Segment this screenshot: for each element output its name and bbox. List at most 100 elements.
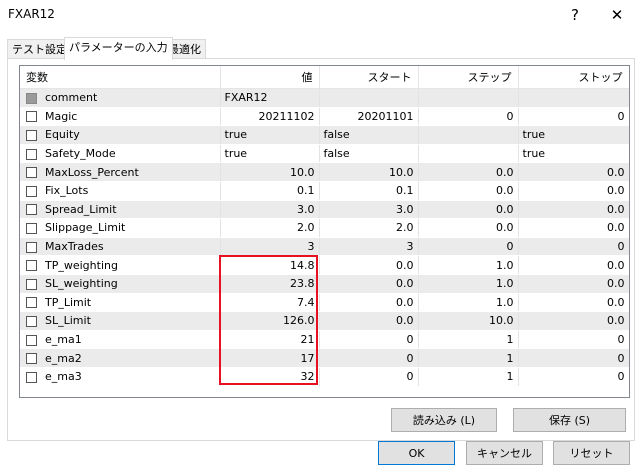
optimize-checkbox[interactable] — [26, 148, 37, 160]
param-value-cell[interactable]: 2.0 — [220, 218, 320, 238]
table-row[interactable]: Slippage_Limit 2.0 2.0 0.0 0.0 — [20, 218, 629, 238]
param-value-cell[interactable]: 20211102 — [220, 107, 320, 127]
table-row[interactable]: e_ma3 32 0 1 0 — [20, 367, 629, 387]
param-stop-cell[interactable]: 0.0 — [518, 181, 629, 201]
param-value-cell[interactable]: true — [220, 125, 320, 145]
optimize-checkbox[interactable] — [26, 353, 37, 365]
table-row[interactable]: SL_weighting 23.8 0.0 1.0 0.0 — [20, 274, 629, 294]
table-row[interactable]: e_ma2 17 0 1 0 — [20, 348, 629, 368]
param-start-cell[interactable]: false — [319, 144, 419, 164]
param-start-cell[interactable]: 0.1 — [319, 181, 419, 201]
param-value-cell[interactable]: FXAR12 — [220, 88, 320, 108]
table-row[interactable]: Safety_Mode true false true — [20, 144, 629, 164]
param-name-cell[interactable]: e_ma3 — [20, 367, 221, 387]
optimize-checkbox[interactable] — [26, 111, 37, 123]
optimize-checkbox[interactable] — [26, 167, 37, 179]
param-start-cell[interactable]: 3 — [319, 237, 419, 257]
column-header-start[interactable]: スタート — [319, 66, 419, 89]
table-row[interactable]: SL_Limit 126.0 0.0 10.0 0.0 — [20, 311, 629, 331]
param-start-cell[interactable]: 10.0 — [319, 162, 419, 182]
optimize-checkbox[interactable] — [26, 260, 37, 272]
param-stop-cell[interactable]: 0 — [518, 367, 629, 387]
ok-button[interactable]: OK — [378, 441, 455, 465]
optimize-checkbox[interactable] — [26, 334, 37, 346]
optimize-checkbox[interactable] — [26, 204, 37, 216]
param-value-cell[interactable]: 32 — [220, 367, 320, 387]
param-start-cell[interactable] — [319, 88, 419, 108]
param-step-cell[interactable]: 0 — [418, 107, 519, 127]
param-start-cell[interactable]: 2.0 — [319, 218, 419, 238]
param-step-cell[interactable]: 0.0 — [418, 200, 519, 220]
param-name-cell[interactable]: Equity — [20, 125, 221, 145]
param-value-cell[interactable]: 14.8 — [220, 255, 320, 275]
param-value-cell[interactable]: 10.0 — [220, 162, 320, 182]
param-name-cell[interactable]: Safety_Mode — [20, 144, 221, 164]
param-value-cell[interactable]: 23.8 — [220, 274, 320, 294]
column-header-value[interactable]: 値 — [220, 66, 320, 89]
column-header-stop[interactable]: ストップ — [518, 66, 629, 89]
param-name-cell[interactable]: Magic — [20, 107, 221, 127]
param-value-cell[interactable]: 21 — [220, 330, 320, 350]
param-start-cell[interactable]: 0 — [319, 330, 419, 350]
column-header-step[interactable]: ステップ — [418, 66, 519, 89]
optimize-checkbox[interactable] — [26, 185, 37, 197]
param-value-cell[interactable]: 3 — [220, 237, 320, 257]
save-button[interactable]: 保存 (S) — [513, 408, 626, 432]
param-name-cell[interactable]: SL_Limit — [20, 311, 221, 331]
table-row[interactable]: MaxTrades 3 3 0 0 — [20, 237, 629, 257]
param-step-cell[interactable]: 1.0 — [418, 274, 519, 294]
optimize-checkbox[interactable] — [26, 129, 37, 141]
tab-parameters[interactable]: パラメーターの入力 — [64, 37, 173, 60]
param-start-cell[interactable]: 0 — [319, 367, 419, 387]
param-value-cell[interactable]: 3.0 — [220, 200, 320, 220]
param-name-cell[interactable]: comment — [20, 88, 221, 108]
param-name-cell[interactable]: MaxLoss_Percent — [20, 162, 221, 182]
param-stop-cell[interactable]: true — [518, 125, 629, 145]
table-row[interactable]: Spread_Limit 3.0 3.0 0.0 0.0 — [20, 200, 629, 220]
cancel-button[interactable]: キャンセル — [466, 441, 543, 465]
table-row[interactable]: comment FXAR12 — [20, 88, 629, 108]
param-stop-cell[interactable]: 0.0 — [518, 274, 629, 294]
param-name-cell[interactable]: Fix_Lots — [20, 181, 221, 201]
param-start-cell[interactable]: 20201101 — [319, 107, 419, 127]
table-row[interactable]: MaxLoss_Percent 10.0 10.0 0.0 0.0 — [20, 162, 629, 182]
param-value-cell[interactable]: 0.1 — [220, 181, 320, 201]
param-step-cell[interactable]: 0 — [418, 237, 519, 257]
tab-test-settings[interactable]: テスト設定 — [7, 39, 72, 59]
help-icon[interactable]: ? — [560, 0, 590, 30]
param-value-cell[interactable]: true — [220, 144, 320, 164]
param-start-cell[interactable]: 3.0 — [319, 200, 419, 220]
param-stop-cell[interactable]: 0.0 — [518, 311, 629, 331]
optimize-checkbox[interactable] — [26, 297, 37, 309]
param-step-cell[interactable]: 1.0 — [418, 255, 519, 275]
param-name-cell[interactable]: TP_Limit — [20, 293, 221, 313]
param-step-cell[interactable]: 1 — [418, 367, 519, 387]
param-start-cell[interactable]: 0 — [319, 348, 419, 368]
param-name-cell[interactable]: Spread_Limit — [20, 200, 221, 220]
param-name-cell[interactable]: MaxTrades — [20, 237, 221, 257]
param-start-cell[interactable]: 0.0 — [319, 274, 419, 294]
param-step-cell[interactable]: 0.0 — [418, 218, 519, 238]
optimize-checkbox[interactable] — [26, 278, 37, 290]
param-stop-cell[interactable]: 0.0 — [518, 200, 629, 220]
param-stop-cell[interactable]: 0 — [518, 237, 629, 257]
param-step-cell[interactable]: 10.0 — [418, 311, 519, 331]
param-name-cell[interactable]: Slippage_Limit — [20, 218, 221, 238]
param-step-cell[interactable] — [418, 88, 519, 108]
param-name-cell[interactable]: SL_weighting — [20, 274, 221, 294]
param-stop-cell[interactable]: 0.0 — [518, 255, 629, 275]
optimize-checkbox[interactable] — [26, 371, 37, 383]
param-stop-cell[interactable]: 0.0 — [518, 218, 629, 238]
param-stop-cell[interactable]: 0 — [518, 330, 629, 350]
column-header-name[interactable]: 変数 — [20, 66, 221, 89]
table-row[interactable]: e_ma1 21 0 1 0 — [20, 330, 629, 350]
param-step-cell[interactable]: 1 — [418, 348, 519, 368]
table-row[interactable]: TP_Limit 7.4 0.0 1.0 0.0 — [20, 293, 629, 313]
param-step-cell[interactable]: 0.0 — [418, 162, 519, 182]
param-start-cell[interactable]: 0.0 — [319, 293, 419, 313]
param-start-cell[interactable]: 0.0 — [319, 311, 419, 331]
param-step-cell[interactable]: 1 — [418, 330, 519, 350]
param-stop-cell[interactable]: 0 — [518, 348, 629, 368]
param-step-cell[interactable] — [418, 144, 519, 164]
optimize-checkbox[interactable] — [26, 222, 37, 234]
